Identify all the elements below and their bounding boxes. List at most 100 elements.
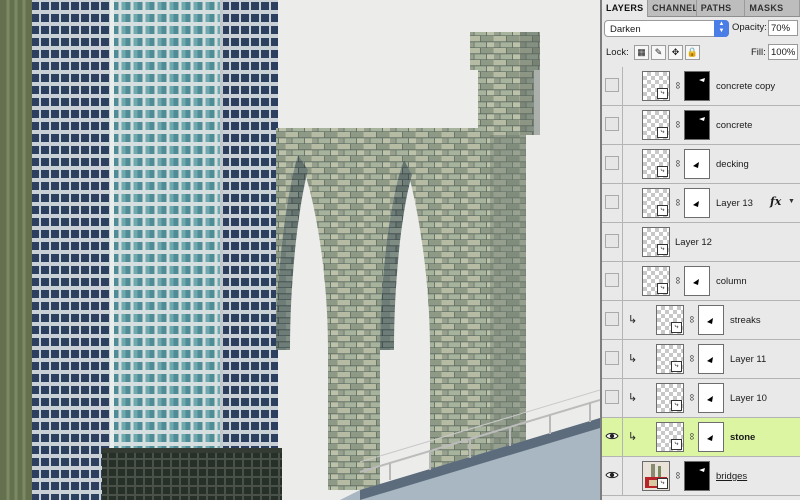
layer-row[interactable]: ↳ ⤷ ∞ Layer 11 xyxy=(602,340,800,379)
layer-mask-thumbnail[interactable] xyxy=(698,422,724,452)
layer-thumbnail[interactable]: ⤷ xyxy=(642,461,670,491)
layers-panel: LAYERS CHANNELS PATHS MASKS Darken ▲▼ Op… xyxy=(602,0,800,500)
visibility-toggle[interactable] xyxy=(605,156,619,170)
opacity-field[interactable]: 70% xyxy=(768,20,798,36)
layer-thumbnail[interactable]: ⤷ xyxy=(642,266,670,296)
visibility-toggle[interactable] xyxy=(605,195,619,209)
layer-name[interactable]: concrete xyxy=(716,120,752,131)
layer-name[interactable]: decking xyxy=(716,159,749,170)
layer-row[interactable]: ⤷ ∞ column xyxy=(602,262,800,301)
layer-mask-thumbnail[interactable] xyxy=(698,344,724,374)
layer-row[interactable]: ↳ ⤷ ∞ streaks xyxy=(602,301,800,340)
link-chain-icon[interactable]: ∞ xyxy=(686,355,697,362)
fill-field[interactable]: 100% xyxy=(768,44,798,60)
clipping-arrow-icon: ↳ xyxy=(628,392,638,404)
layer-mask-thumbnail[interactable] xyxy=(684,461,710,491)
layer-mask-thumbnail[interactable] xyxy=(684,266,710,296)
layer-name[interactable]: streaks xyxy=(730,315,761,326)
row-divider xyxy=(622,418,623,457)
tab-masks[interactable]: MASKS xyxy=(745,0,800,16)
layer-name[interactable]: column xyxy=(716,276,747,287)
visibility-toggle[interactable] xyxy=(605,390,619,404)
layer-thumbnail[interactable]: ⤷ xyxy=(656,422,684,452)
visibility-toggle[interactable] xyxy=(605,117,619,131)
lock-position-icon[interactable]: ✥ xyxy=(668,45,683,60)
layer-row[interactable]: ↳ ⤷ ∞ Layer 10 xyxy=(602,379,800,418)
tab-paths[interactable]: PATHS xyxy=(697,0,746,16)
smart-object-icon: ⤷ xyxy=(671,439,682,450)
document-canvas[interactable] xyxy=(0,0,600,500)
layer-name[interactable]: Layer 10 xyxy=(730,393,767,404)
visibility-toggle[interactable] xyxy=(605,351,619,365)
layer-name[interactable]: Layer 12 xyxy=(675,237,712,248)
layer-thumbnail[interactable]: ⤷ xyxy=(656,305,684,335)
smart-object-icon: ⤷ xyxy=(657,88,668,99)
smart-object-icon: ⤷ xyxy=(657,127,668,138)
row-divider xyxy=(622,184,623,223)
layer-mask-thumbnail[interactable] xyxy=(684,149,710,179)
panel-tab-bar: LAYERS CHANNELS PATHS MASKS xyxy=(602,0,800,17)
layer-name[interactable]: Layer 13 xyxy=(716,198,753,209)
row-divider xyxy=(622,457,623,496)
lock-transparency-icon[interactable]: ▦ xyxy=(634,45,649,60)
link-chain-icon[interactable]: ∞ xyxy=(672,82,683,89)
layer-name[interactable]: Layer 11 xyxy=(730,354,766,365)
layer-thumbnail[interactable]: ⤷ xyxy=(642,227,670,257)
layer-thumbnail[interactable]: ⤷ xyxy=(642,149,670,179)
layer-row[interactable]: ⤷ Layer 12 xyxy=(602,223,800,262)
eye-icon[interactable] xyxy=(605,429,619,443)
visibility-toggle[interactable] xyxy=(605,78,619,92)
expand-effects-icon[interactable]: ▼ xyxy=(788,198,795,205)
row-divider xyxy=(622,262,623,301)
link-chain-icon[interactable]: ∞ xyxy=(686,394,697,401)
layer-row[interactable]: ⤷ ∞ bridges xyxy=(602,457,800,496)
row-divider xyxy=(622,301,623,340)
tab-channels[interactable]: CHANNELS xyxy=(648,0,697,16)
tab-layers[interactable]: LAYERS xyxy=(602,0,649,17)
link-chain-icon[interactable]: ∞ xyxy=(672,277,683,284)
row-divider xyxy=(622,379,623,418)
link-chain-icon[interactable]: ∞ xyxy=(686,433,697,440)
layer-thumbnail[interactable]: ⤷ xyxy=(642,71,670,101)
layer-mask-thumbnail[interactable] xyxy=(698,383,724,413)
link-chain-icon[interactable]: ∞ xyxy=(672,160,683,167)
smart-object-icon: ⤷ xyxy=(671,400,682,411)
blend-mode-select[interactable]: Darken ▲ ▼ xyxy=(604,20,729,37)
smart-object-icon: ⤷ xyxy=(657,283,668,294)
layer-row[interactable]: ↳ ⤷ ∞ stone xyxy=(602,418,800,457)
layer-mask-thumbnail[interactable] xyxy=(698,305,724,335)
layer-thumbnail[interactable]: ⤷ xyxy=(642,188,670,218)
layer-row[interactable]: ⤷ ∞ decking xyxy=(602,145,800,184)
layer-thumbnail[interactable]: ⤷ xyxy=(656,383,684,413)
visibility-toggle[interactable] xyxy=(605,312,619,326)
visibility-toggle[interactable] xyxy=(605,234,619,248)
blend-mode-value: Darken xyxy=(610,24,641,35)
smart-object-icon: ⤷ xyxy=(657,478,668,489)
layer-name[interactable]: stone xyxy=(730,432,755,443)
layer-name[interactable]: bridges xyxy=(716,471,747,482)
lock-all-icon[interactable]: 🔒 xyxy=(685,45,700,60)
row-divider xyxy=(622,340,623,379)
link-chain-icon[interactable]: ∞ xyxy=(672,199,683,206)
smart-object-icon: ⤷ xyxy=(657,205,668,216)
layer-effects-icon[interactable]: fx xyxy=(770,195,781,208)
layer-row[interactable]: ⤷ ∞ Layer 13 fx ▼ xyxy=(602,184,800,223)
layer-row[interactable]: ⤷ ∞ concrete xyxy=(602,106,800,145)
layer-row[interactable]: ⤷ ∞ concrete copy xyxy=(602,67,800,106)
layer-list: ⤷ ∞ concrete copy ⤷ ∞ concrete ⤷ ∞ decking ⤷ ∞ Laye… xyxy=(602,67,800,500)
smart-object-icon: ⤷ xyxy=(657,166,668,177)
link-chain-icon[interactable]: ∞ xyxy=(672,472,683,479)
layer-thumbnail[interactable]: ⤷ xyxy=(656,344,684,374)
layer-thumbnail[interactable]: ⤷ xyxy=(642,110,670,140)
row-divider xyxy=(622,145,623,184)
layer-mask-thumbnail[interactable] xyxy=(684,110,710,140)
link-chain-icon[interactable]: ∞ xyxy=(672,121,683,128)
eye-icon[interactable] xyxy=(605,468,619,482)
visibility-toggle[interactable] xyxy=(605,273,619,287)
lock-image-icon[interactable]: ✎ xyxy=(651,45,666,60)
fill-label: Fill: xyxy=(751,47,766,58)
layer-mask-thumbnail[interactable] xyxy=(684,71,710,101)
link-chain-icon[interactable]: ∞ xyxy=(686,316,697,323)
layer-mask-thumbnail[interactable] xyxy=(684,188,710,218)
layer-name[interactable]: concrete copy xyxy=(716,81,775,92)
